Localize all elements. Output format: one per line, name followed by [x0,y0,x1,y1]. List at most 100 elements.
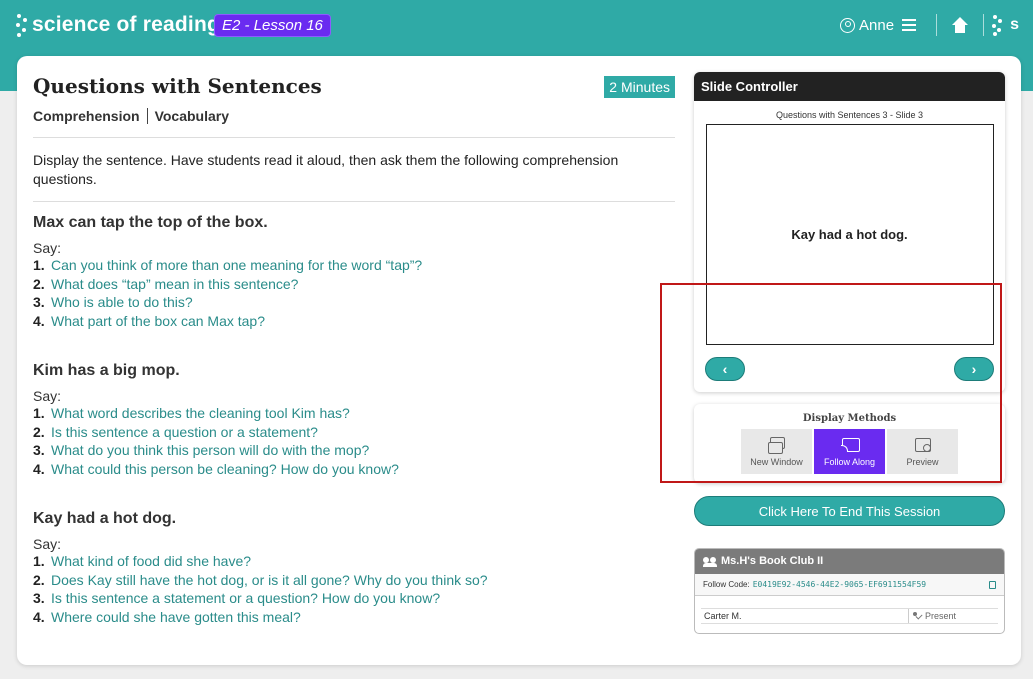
display-methods-title: Display Methods [802,413,897,424]
follow-code-value[interactable]: E0419E92-4546-44E2-9065-EF6911554F59 [753,580,926,589]
chevron-right-icon: › [971,361,977,377]
user-icon [840,17,856,33]
sor-logo-icon[interactable] [992,14,1003,36]
list-item: 1. What kind of food did she have? [33,552,675,571]
say-label: Say: [33,388,62,404]
s-icon[interactable]: s [1010,16,1019,34]
question-list: 1. What word describes the cleaning tool … [33,404,675,478]
hamburger-menu-icon[interactable] [902,19,917,31]
book-club-panel: Ms.H's Book Club II Follow Code: E0419E9… [694,548,1005,634]
lesson-tags: Comprehension Vocabulary [33,108,675,124]
sentence-section-2: Kim has a big mop. Say: 1. What word desc… [33,362,675,478]
question-text: What word describes the cleaning tool Ki… [51,405,350,421]
display-methods-options: New Window Follow Along Preview [694,429,1005,474]
book-club-header: Ms.H's Book Club II [695,549,1004,574]
say-label: Say: [33,240,62,256]
sentence-heading: Max can tap the top of the box. [33,214,268,231]
follow-code-label: Follow Code: [703,580,750,589]
follow-along-button[interactable]: Follow Along [814,429,885,474]
question-number: 2. [33,571,45,588]
list-item: 3. Who is able to do this? [33,293,675,312]
question-text: Is this sentence a statement or a questi… [51,590,441,606]
nav-right: Anne s [840,14,1019,36]
question-text: Does Kay still have the hot dog, or is i… [51,571,488,588]
slide-preview: Kay had a hot dog. [705,124,994,345]
copy-icon[interactable] [989,580,996,589]
tag-divider [146,108,148,124]
question-text: What part of the box can Max tap? [51,312,266,329]
new-window-button[interactable]: New Window [741,429,812,474]
cast-icon [840,437,860,453]
prev-slide-button[interactable]: ‹ [705,357,745,381]
question-text: Where could she have gotten this meal? [51,608,301,625]
list-item: 1. What word describes the cleaning tool … [33,404,675,423]
question-number: 1. [33,405,45,421]
user-name: Anne [859,16,895,34]
preview-button[interactable]: Preview [887,429,958,474]
question-text: What do you think this person will do wi… [51,442,370,458]
question-number: 2. [33,275,45,292]
question-number: 1. [33,553,45,569]
question-text: What does “tap” mean in this sentence? [51,275,299,292]
sentence-heading: Kim has a big mop. [33,362,180,379]
home-icon[interactable] [951,17,969,33]
book-club-title: Ms.H's Book Club II [721,555,824,567]
question-text: What could this person be cleaning? How … [51,460,399,477]
brand-logo[interactable]: science of reading [16,12,220,38]
slide-controller: Slide Controller Questions with Sentence… [694,72,1005,392]
list-item: 4. What could this person be cleaning? Ho… [33,460,675,479]
list-item: 2. Does Kay still have the hot dog, or is… [33,571,675,590]
end-session-button[interactable]: Click Here To End This Session [694,496,1005,526]
new-window-icon [767,436,786,454]
list-item: 1. Can you think of more than one meaning… [33,256,675,275]
chevron-left-icon: ‹ [722,361,728,377]
question-number: 3. [33,294,45,310]
user-menu[interactable]: Anne [840,17,894,34]
follow-code-row: Follow Code: E0419E92-4546-44E2-9065-EF6… [695,574,1004,596]
question-list: 1. What kind of food did she have? 2. Does… [33,552,675,626]
slide-text: Kay had a hot dog. [791,227,908,242]
question-number: 4. [33,460,45,477]
lesson-content: Questions with Sentences 2 Minutes Compr… [33,74,675,626]
tag-comprehension: Comprehension [33,108,140,124]
title-row: Questions with Sentences 2 Minutes [33,74,675,98]
brand-name: science of reading [32,13,220,36]
slide-nav: ‹ › [694,345,1005,392]
attendance-status[interactable]: Present [909,611,956,621]
status-label: Present [925,611,957,621]
tag-vocabulary: Vocabulary [154,108,230,124]
duration-badge: 2 Minutes [604,76,675,98]
say-label: Say: [33,536,62,552]
nav-divider [983,14,985,36]
list-item: 3. What do you think this person will do … [33,441,675,460]
divider [33,137,675,138]
question-text: Can you think of more than one meaning f… [51,257,423,273]
question-number: 4. [33,608,45,625]
sentence-heading: Kay had a hot dog. [33,510,177,527]
list-item: 4. Where could she have gotten this meal? [33,608,675,627]
users-icon [703,556,717,567]
question-text: What kind of food did she have? [51,553,252,569]
slide-controller-title: Slide Controller [694,72,1005,101]
divider [33,201,675,202]
user-check-icon [913,612,922,620]
method-label: Preview [906,456,939,467]
lesson-card: Questions with Sentences 2 Minutes Compr… [17,56,1021,665]
question-list: 1. Can you think of more than one meaning… [33,256,675,330]
intro-text: Display the sentence. Have students read… [33,152,619,187]
table-row: Carter M. Present [701,608,998,624]
question-number: 2. [33,423,45,440]
student-name: Carter M. [701,609,909,623]
list-item: 3. Is this sentence a statement or a ques… [33,589,675,608]
next-slide-button[interactable]: › [954,357,994,381]
display-methods-panel: Display Methods New Window Follow Along … [694,404,1005,483]
list-item: 2. Is this sentence a question or a state… [33,423,675,442]
question-text: Who is able to do this? [51,294,193,310]
question-text: Is this sentence a question or a stateme… [51,423,318,440]
question-number: 1. [33,257,45,273]
list-item: 2. What does “tap” mean in this sentence? [33,275,675,294]
list-item: 4. What part of the box can Max tap? [33,312,675,331]
sentence-section-3: Kay had a hot dog. Say: 1. What kind of f… [33,510,675,626]
preview-icon [914,437,932,453]
question-number: 3. [33,590,45,606]
